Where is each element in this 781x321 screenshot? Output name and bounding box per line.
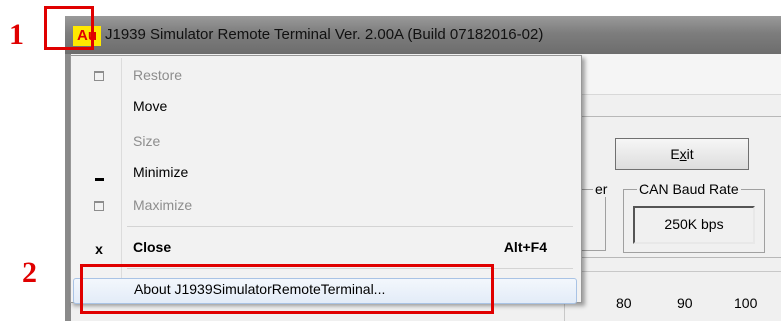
title-bar[interactable]: Au J1939 Simulator Remote Terminal Ver. … [65,16,781,54]
menu-item-shortcut: Alt+F4 [503,239,547,255]
can-baud-rate-value: 250K bps [633,206,755,244]
scale-label-80: 80 [616,295,632,311]
scale-label-90: 90 [677,295,693,311]
menu-item-label: Minimize [133,164,189,180]
annotation-step-2: 2 [22,256,37,289]
maximize-icon [89,198,109,216]
menu-item-close[interactable]: x Close Alt+F4 [73,237,577,261]
minimize-icon [89,170,109,188]
can-baud-rate-label: CAN Baud Rate [637,181,741,197]
menu-item-label: Size [133,133,161,149]
scale-label-100: 100 [734,295,758,311]
menu-item-label: Move [133,98,168,114]
left-fieldset-legend: er [593,181,610,197]
close-icon: x [95,241,103,257]
annotation-box-2 [80,264,494,314]
menu-item-restore[interactable]: Restore [73,65,577,89]
menu-separator [127,226,573,227]
restore-icon [89,68,109,86]
annotation-step-1: 1 [9,18,24,51]
exit-button[interactable]: Exit [615,138,749,170]
menu-item-label: Maximize [133,197,193,213]
menu-item-label: Restore [133,67,183,83]
menu-item-minimize[interactable]: Minimize [73,162,577,186]
menu-item-label: Close [133,239,172,255]
menu-item-size[interactable]: Size [73,131,577,155]
menu-item-move[interactable]: Move [73,96,577,120]
exit-button-label: Exit [670,146,694,162]
annotation-box-1 [44,6,94,50]
window-title: J1939 Simulator Remote Terminal Ver. 2.0… [105,26,544,43]
menu-item-maximize[interactable]: Maximize [73,195,577,219]
